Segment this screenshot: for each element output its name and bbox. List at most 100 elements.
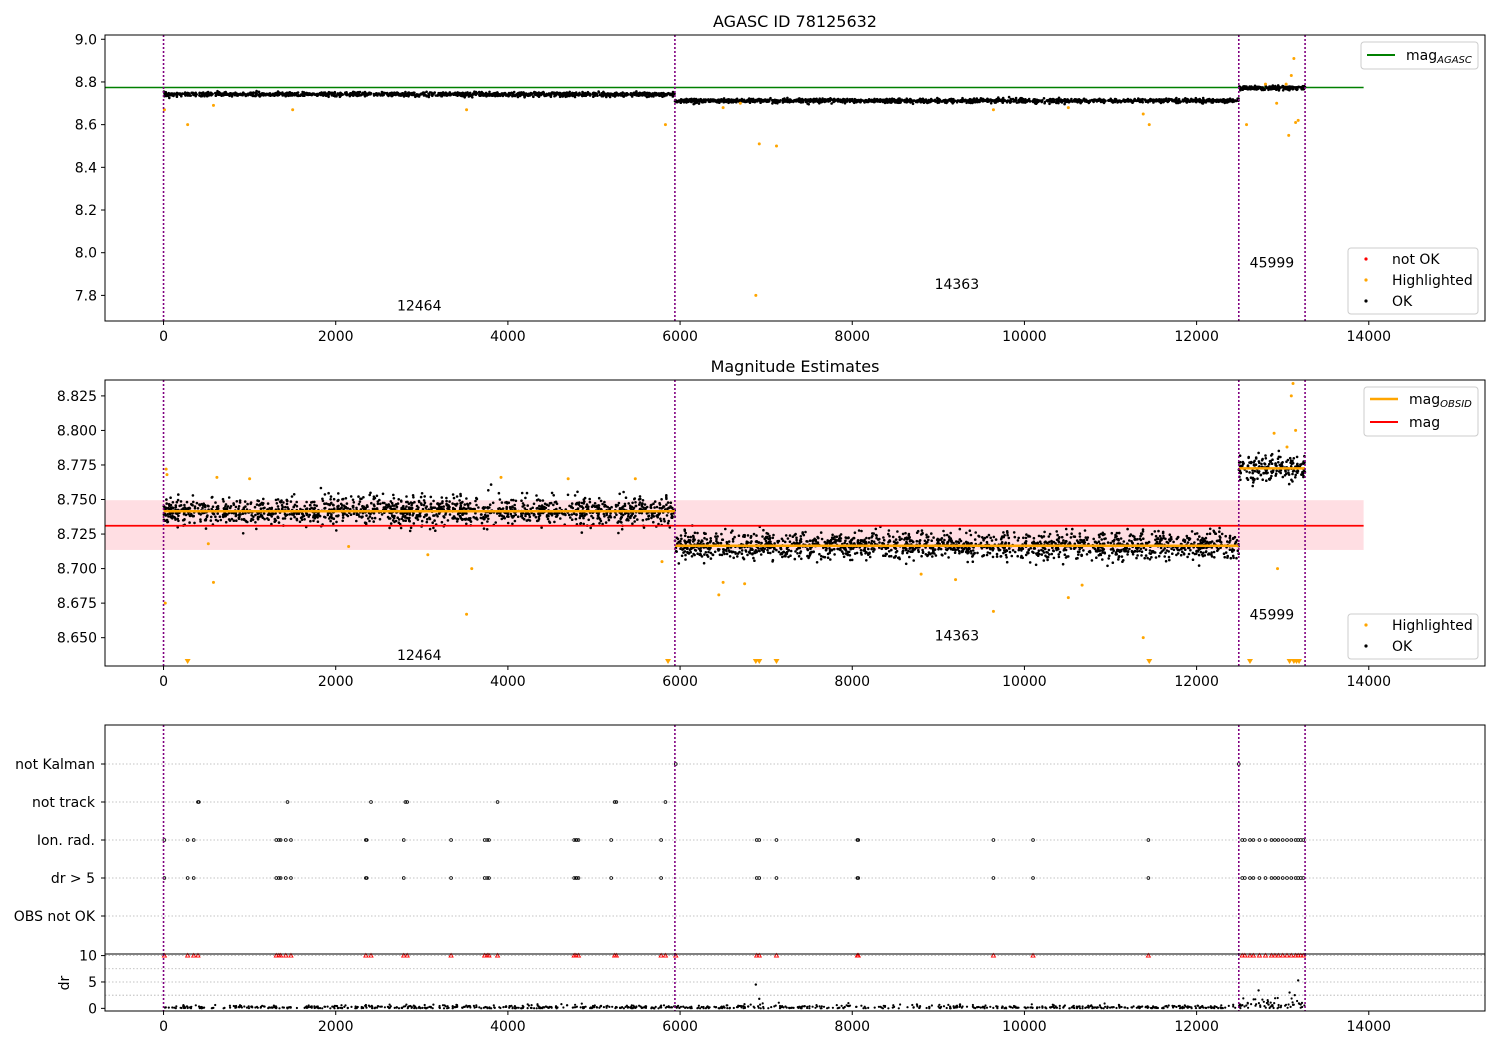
- ok-point: [901, 99, 904, 102]
- ok-point: [429, 495, 433, 499]
- ok-point: [191, 514, 195, 518]
- ok-point: [285, 499, 289, 503]
- ok-point: [404, 514, 407, 518]
- ok-point: [182, 512, 186, 516]
- ok-point: [412, 91, 416, 94]
- ok-point: [179, 504, 183, 507]
- ok-point: [532, 502, 536, 506]
- ok-point: [966, 99, 969, 102]
- ok-point: [227, 518, 231, 521]
- y-tick-label: 8.2: [75, 203, 97, 219]
- ok-point: [448, 513, 452, 516]
- ok-point: [511, 522, 514, 526]
- ok-point: [911, 99, 915, 103]
- ok-point: [833, 99, 837, 102]
- ok-point: [328, 91, 332, 95]
- ok-point: [452, 496, 456, 500]
- ok-point: [653, 500, 657, 503]
- ok-point: [432, 514, 435, 517]
- ok-point: [541, 499, 545, 502]
- ok-point: [281, 94, 284, 97]
- ok-point: [531, 95, 535, 98]
- ok-point: [1255, 87, 1258, 91]
- ok-point: [580, 501, 584, 505]
- ok-point: [363, 90, 367, 94]
- ok-point: [373, 504, 376, 508]
- ok-point: [992, 535, 996, 539]
- ok-point: [480, 91, 484, 95]
- ok-point: [631, 522, 634, 525]
- ok-point: [204, 93, 207, 96]
- ok-point: [486, 520, 489, 523]
- highlighted-point: [754, 293, 758, 297]
- ok-point: [237, 517, 241, 521]
- ok-point: [641, 502, 644, 506]
- ok-point: [327, 491, 330, 495]
- ok-point: [236, 92, 240, 96]
- ok-point: [253, 505, 257, 509]
- ok-point: [254, 527, 258, 531]
- ok-point: [496, 93, 500, 96]
- ok-point: [1270, 86, 1273, 90]
- ok-point: [725, 98, 728, 102]
- ok-point: [525, 519, 529, 522]
- ok-point: [434, 94, 438, 97]
- ok-point: [458, 506, 462, 510]
- ok-point: [773, 100, 776, 104]
- ok-point: [1043, 100, 1047, 104]
- ok-point: [579, 521, 583, 525]
- highlighted-point: [1147, 123, 1151, 127]
- ok-point: [524, 496, 527, 500]
- ok-point: [263, 517, 266, 521]
- ok-point: [369, 512, 372, 516]
- ok-point: [618, 492, 621, 496]
- ok-point: [281, 517, 285, 520]
- highlighted-point: [1284, 82, 1288, 86]
- ok-point: [875, 99, 879, 102]
- ok-point: [629, 514, 633, 518]
- ok-point: [357, 502, 361, 506]
- ok-point: [821, 97, 824, 100]
- ok-point: [177, 493, 180, 496]
- x-tick-label: 6000: [662, 329, 698, 345]
- ok-point: [669, 505, 672, 508]
- ok-point: [386, 506, 389, 509]
- ok-point: [504, 501, 507, 504]
- ok-point: [531, 92, 534, 95]
- ok-point: [429, 503, 433, 506]
- ok-point: [648, 92, 652, 96]
- ok-point: [428, 517, 432, 521]
- ok-point: [456, 512, 460, 516]
- ok-point: [412, 522, 416, 525]
- ok-point: [362, 505, 366, 509]
- ok-point: [238, 499, 242, 502]
- ok-point: [570, 513, 574, 516]
- ok-point: [1012, 531, 1016, 534]
- ok-point: [358, 90, 362, 94]
- ok-point: [599, 499, 603, 503]
- ok-point: [472, 515, 476, 519]
- ok-point: [535, 507, 539, 510]
- ok-point: [629, 92, 633, 95]
- ok-point: [686, 99, 690, 103]
- highlighted-point: [1275, 101, 1279, 105]
- ok-point: [323, 515, 326, 519]
- ok-point: [249, 501, 253, 504]
- ok-point: [312, 519, 315, 523]
- ok-point: [1047, 99, 1050, 103]
- obsid-label: 45999: [1250, 256, 1295, 272]
- ok-point: [262, 512, 266, 515]
- ok-point: [252, 515, 255, 518]
- ok-point: [549, 512, 552, 515]
- ok-point: [537, 498, 540, 501]
- ok-point: [784, 534, 788, 537]
- ok-point: [1107, 99, 1110, 102]
- highlighted-point: [1296, 118, 1300, 122]
- ok-point: [280, 507, 284, 511]
- ok-point: [453, 516, 457, 520]
- ok-point: [461, 518, 464, 522]
- ok-point: [175, 512, 179, 516]
- ok-point: [597, 504, 601, 507]
- ok-point: [1151, 99, 1155, 103]
- ok-point: [634, 504, 638, 508]
